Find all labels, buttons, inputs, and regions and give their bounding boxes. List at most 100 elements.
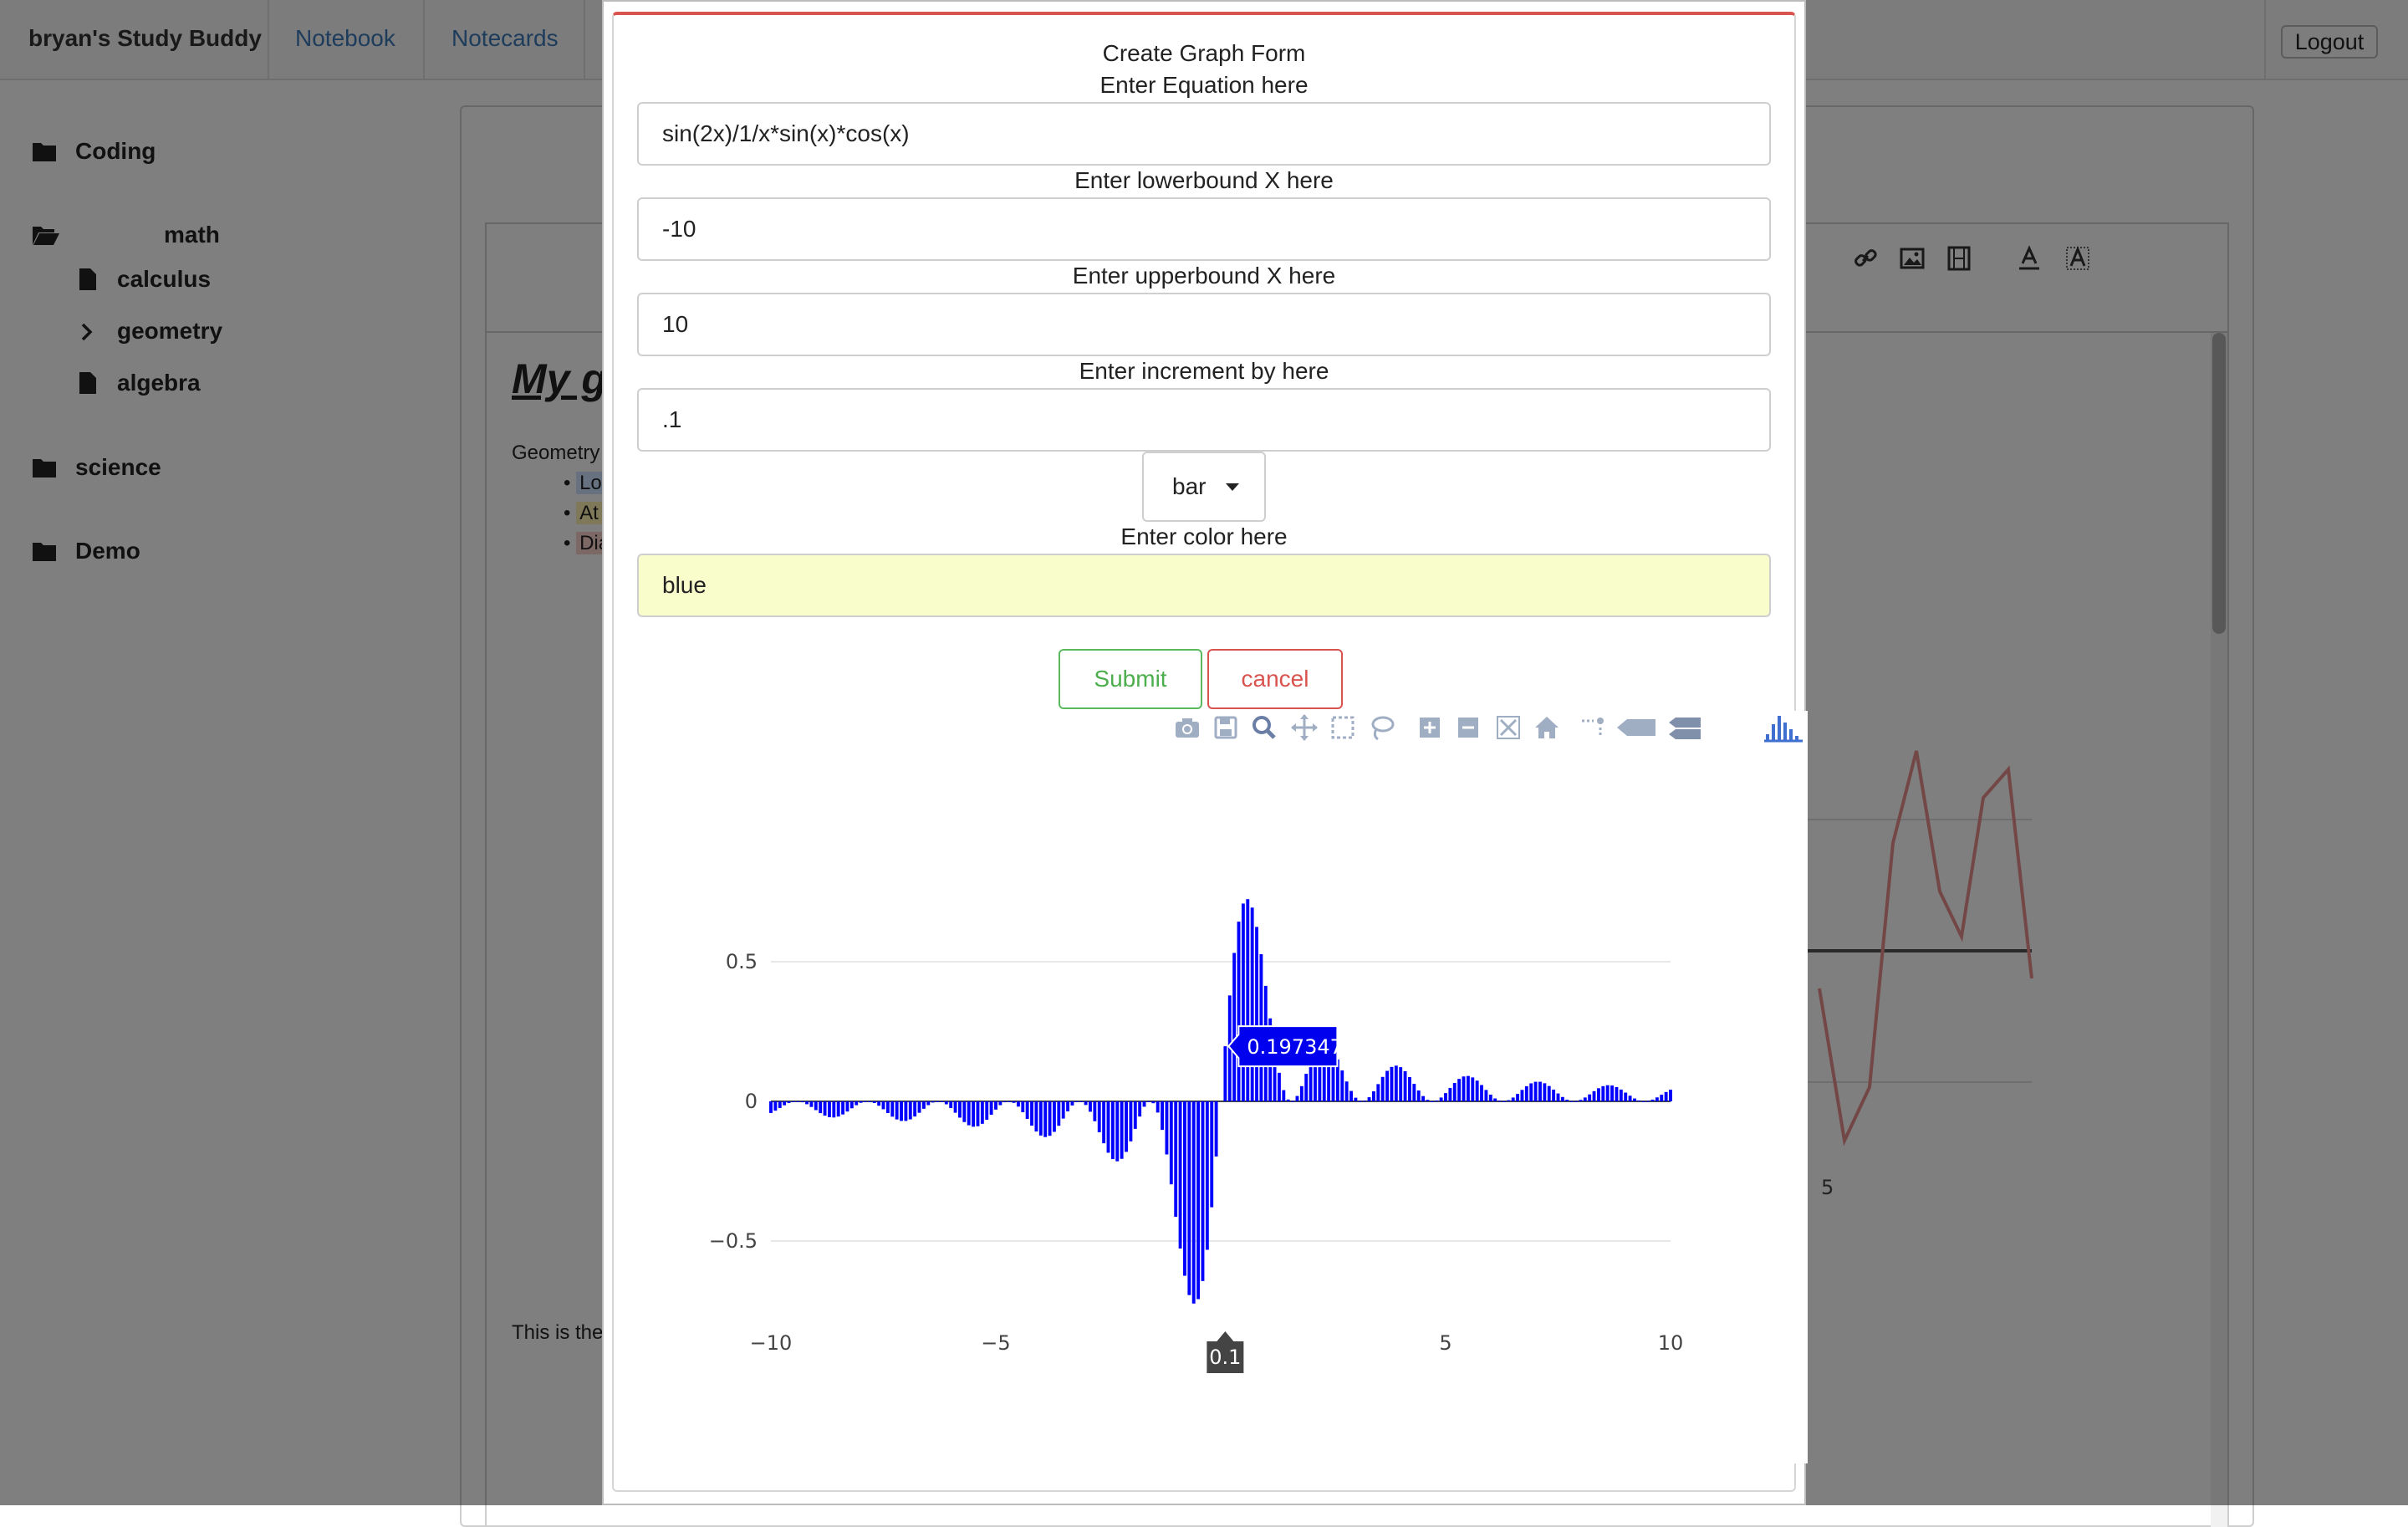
- chart-bar[interactable]: [1012, 1101, 1016, 1103]
- chart-bar[interactable]: [917, 1101, 921, 1113]
- chart-bar[interactable]: [1201, 1101, 1205, 1281]
- chart-bar[interactable]: [931, 1101, 935, 1103]
- chart-bar[interactable]: [1161, 1101, 1164, 1131]
- chart-bar[interactable]: [1565, 1100, 1569, 1101]
- chart-bar[interactable]: [1191, 1101, 1196, 1304]
- chart-bar[interactable]: [1299, 1085, 1303, 1101]
- chart-bar[interactable]: [1583, 1097, 1587, 1101]
- chart-bar[interactable]: [877, 1101, 881, 1106]
- chart-bar[interactable]: [989, 1101, 993, 1116]
- chart-bar[interactable]: [1169, 1101, 1173, 1185]
- chart-bar[interactable]: [1043, 1101, 1048, 1137]
- chart-bar[interactable]: [1475, 1080, 1479, 1101]
- chart-bar[interactable]: [985, 1101, 989, 1121]
- chart-bar[interactable]: [1002, 1101, 1007, 1103]
- chart-bar[interactable]: [836, 1101, 840, 1117]
- chart-bar[interactable]: [773, 1101, 778, 1111]
- chart-bar[interactable]: [1250, 907, 1254, 1101]
- chart-bar[interactable]: [1529, 1083, 1533, 1101]
- chart-bar[interactable]: [1448, 1087, 1452, 1101]
- chart-bar[interactable]: [1133, 1101, 1137, 1129]
- chart-bar[interactable]: [967, 1101, 971, 1126]
- chart-bar[interactable]: [1016, 1101, 1020, 1107]
- chart-bar[interactable]: [1210, 1101, 1214, 1208]
- chart-bar[interactable]: [1246, 899, 1250, 1101]
- chart-bar[interactable]: [809, 1101, 814, 1107]
- chart-bar[interactable]: [1070, 1101, 1074, 1106]
- chart-bar[interactable]: [864, 1101, 867, 1102]
- chart-bar[interactable]: [1421, 1095, 1426, 1101]
- chart-bar[interactable]: [1511, 1097, 1515, 1101]
- chart-bar[interactable]: [1610, 1085, 1614, 1101]
- chart-bar[interactable]: [1354, 1097, 1358, 1101]
- chart-bar[interactable]: [962, 1101, 967, 1122]
- chart-bar[interactable]: [1655, 1097, 1659, 1101]
- chart-bar[interactable]: [1048, 1101, 1052, 1136]
- chart-bar[interactable]: [1371, 1091, 1375, 1101]
- chart-bar[interactable]: [868, 1101, 872, 1102]
- chart-bar[interactable]: [949, 1101, 953, 1109]
- chart-bar[interactable]: [814, 1101, 818, 1111]
- chart-bar[interactable]: [1394, 1065, 1398, 1101]
- chart-bar[interactable]: [1664, 1091, 1668, 1101]
- chart-bar[interactable]: [936, 1101, 939, 1102]
- chart-bar[interactable]: [791, 1101, 795, 1102]
- chart-bar[interactable]: [1120, 1101, 1124, 1159]
- chart-bar[interactable]: [1304, 1074, 1309, 1101]
- chart-bar[interactable]: [1547, 1085, 1551, 1101]
- chart-bar[interactable]: [1579, 1100, 1583, 1101]
- chart-bar[interactable]: [1097, 1101, 1101, 1132]
- chart-bar[interactable]: [1223, 1046, 1227, 1101]
- chart-bar[interactable]: [1592, 1090, 1596, 1101]
- chart-bar[interactable]: [1633, 1098, 1636, 1101]
- chart-bar[interactable]: [1309, 1061, 1313, 1101]
- chart-bar[interactable]: [1502, 1101, 1506, 1102]
- chart-bar[interactable]: [1376, 1084, 1380, 1101]
- chart-bar[interactable]: [1574, 1101, 1578, 1102]
- chart-bar[interactable]: [1241, 903, 1245, 1101]
- chart-bar[interactable]: [1493, 1098, 1497, 1101]
- chart-bar[interactable]: [900, 1101, 903, 1121]
- chart-bar[interactable]: [787, 1101, 791, 1104]
- chart-bar[interactable]: [1129, 1101, 1133, 1141]
- chart-bar[interactable]: [1183, 1101, 1186, 1276]
- chart-bar[interactable]: [1344, 1081, 1349, 1101]
- chart-bar[interactable]: [1084, 1101, 1088, 1106]
- chart-bar[interactable]: [908, 1101, 912, 1120]
- chart-bar[interactable]: [1390, 1066, 1394, 1101]
- chart-bar[interactable]: [872, 1101, 876, 1103]
- chart-bar[interactable]: [926, 1101, 931, 1106]
- chart-bar[interactable]: [1138, 1101, 1142, 1117]
- chart-bar[interactable]: [1021, 1101, 1025, 1112]
- chart-bar[interactable]: [1295, 1095, 1299, 1101]
- chart-bar[interactable]: [1196, 1101, 1201, 1300]
- chart-bar[interactable]: [1669, 1090, 1672, 1101]
- chart-bar[interactable]: [953, 1101, 957, 1113]
- chart-bar[interactable]: [796, 1101, 800, 1102]
- chart-bar[interactable]: [1385, 1070, 1389, 1101]
- chart-bar[interactable]: [881, 1101, 885, 1110]
- chart-bar[interactable]: [1552, 1089, 1556, 1101]
- chart-bar[interactable]: [1174, 1101, 1178, 1218]
- chart-bar[interactable]: [1178, 1101, 1182, 1249]
- equation-bar-chart[interactable]: 0.5 0 −0.5 −10 −5 5 10 0.1973475 0.1: [0, 0, 2408, 1505]
- chart-bar[interactable]: [1484, 1090, 1488, 1101]
- chart-bar[interactable]: [778, 1101, 782, 1108]
- chart-bar[interactable]: [1560, 1096, 1564, 1101]
- chart-bar[interactable]: [1408, 1076, 1411, 1101]
- chart-bar[interactable]: [819, 1101, 823, 1114]
- chart-bar[interactable]: [1615, 1086, 1619, 1101]
- chart-bar[interactable]: [998, 1101, 1002, 1106]
- chart-bar[interactable]: [1142, 1101, 1146, 1107]
- chart-bar[interactable]: [1399, 1067, 1403, 1101]
- chart-bar[interactable]: [1074, 1101, 1079, 1102]
- chart-bar[interactable]: [904, 1101, 908, 1121]
- chart-bar[interactable]: [885, 1101, 890, 1114]
- chart-bar[interactable]: [805, 1101, 809, 1105]
- chart-bar[interactable]: [1165, 1101, 1169, 1155]
- chart-bar[interactable]: [849, 1101, 854, 1109]
- chart-bar[interactable]: [1089, 1101, 1092, 1112]
- chart-bar[interactable]: [1601, 1085, 1605, 1101]
- chart-bar[interactable]: [1106, 1101, 1110, 1153]
- chart-bar[interactable]: [1125, 1101, 1128, 1152]
